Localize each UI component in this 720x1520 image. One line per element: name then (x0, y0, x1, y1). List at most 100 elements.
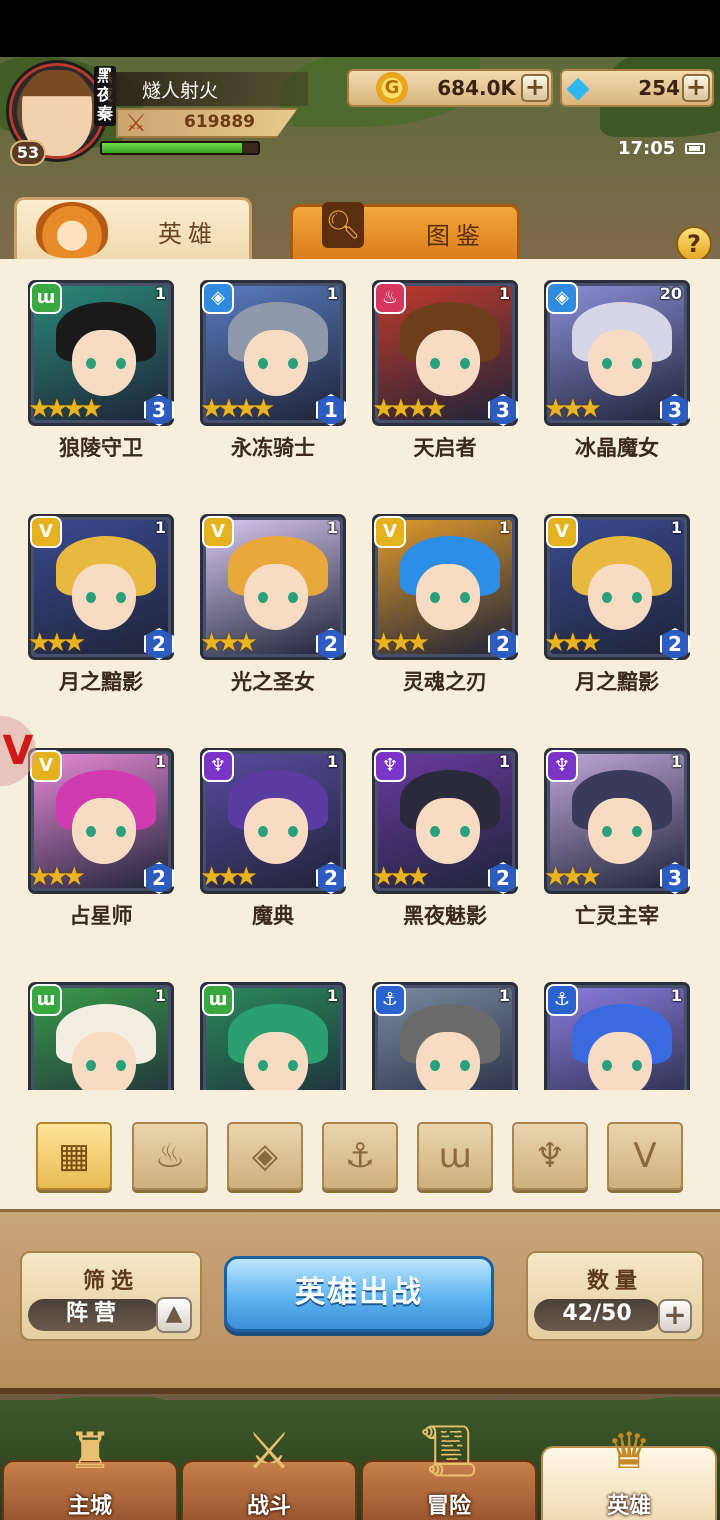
count-title: 数量 (586, 1269, 643, 1294)
add-hero-slot-button[interactable]: + (658, 1299, 692, 1333)
hero-name: 黑夜魅影 (403, 904, 487, 928)
faction-filter-select[interactable]: 阵营 (28, 1299, 160, 1331)
help-button[interactable]: ? (676, 226, 712, 262)
hero-count: 1 (154, 986, 166, 1005)
hero-eyes (86, 592, 126, 603)
faction-filter-ice-icon[interactable]: ◈ (227, 1122, 303, 1190)
faction-filter-dark-icon[interactable]: ♆ (512, 1122, 588, 1190)
faction-beast-icon: ɯ (30, 984, 62, 1016)
hero-name: 狼陵守卫 (59, 436, 143, 460)
hero-card[interactable]: ɯ1★★★ (28, 982, 174, 1090)
faction-beast-icon: ɯ (202, 984, 234, 1016)
faction-filter-beast-icon[interactable]: ɯ (417, 1122, 493, 1190)
star-rating: ★★★ (372, 862, 430, 892)
add-gems-button[interactable]: + (682, 74, 710, 102)
hero-count: 1 (326, 752, 338, 771)
hero-count: 1 (326, 284, 338, 303)
hero-eyes (430, 826, 470, 837)
hero-eyes (430, 592, 470, 603)
hero-card[interactable]: ♆ 1 ★★★ 3 亡灵主宰 (544, 748, 690, 928)
faction-filter-light-icon[interactable]: V (607, 1122, 683, 1190)
hero-eyes (258, 1060, 298, 1071)
filter-box: 筛选 阵营 ▲ (20, 1251, 202, 1341)
hero-count: 1 (670, 518, 682, 537)
hero-card[interactable]: ⚓1★★★ (544, 982, 690, 1090)
hero-eyes (86, 1060, 126, 1071)
gold-amount: 684.0K (437, 76, 516, 100)
deploy-heroes-button[interactable]: 英雄出战 (224, 1256, 494, 1332)
star-rating: ★★★ (28, 862, 86, 892)
nav-label: 英雄 (606, 1494, 651, 1519)
faction-ice-icon: ◈ (202, 282, 234, 314)
hero-count: 1 (326, 518, 338, 537)
hero-name: 亡灵主宰 (575, 904, 659, 928)
hero-card[interactable]: ◈ 1 ★★★★ 1 永冻骑士 (200, 280, 346, 460)
hero-count: 1 (498, 752, 510, 771)
nav-label: 主城 (67, 1494, 112, 1519)
hero-eyes (602, 1060, 642, 1071)
hero-count-box: 数量 42/50 + (526, 1251, 704, 1341)
faction-filter-all-icon[interactable]: ▦ (36, 1122, 112, 1190)
hero-card[interactable]: V 1 ★★★ 2 月之黯影 (28, 514, 174, 694)
hero-card[interactable]: ɯ 1 ★★★★ 3 狼陵守卫 (28, 280, 174, 460)
hero-card[interactable]: V 1 ★★★ 2 占星师 (28, 748, 174, 928)
faction-filter-anchor-icon[interactable]: ⚓ (322, 1122, 398, 1190)
hero-card[interactable]: ◈ 20 ★★★ 3 冰晶魔女 (544, 280, 690, 460)
star-rating: ★★★ (200, 628, 258, 658)
faction-filter-fire-icon[interactable]: ♨ (132, 1122, 208, 1190)
hero-name: 月之黯影 (575, 670, 659, 694)
hero-eyes (430, 358, 470, 369)
clock: 17:05 (618, 138, 676, 159)
hero-name: 冰晶魔女 (575, 436, 659, 460)
hero-name: 魔典 (252, 904, 294, 928)
hero-count: 1 (154, 518, 166, 537)
diamond-icon: ◆ (566, 70, 590, 105)
swords-icon: ⚔ (246, 1422, 292, 1480)
tab-heroes-label: 英雄 (158, 220, 218, 248)
hero-card[interactable]: ♨ 1 ★★★★ 3 天启者 (372, 280, 518, 460)
filter-title: 筛选 (82, 1269, 139, 1294)
hero-crest-icon: ♛ (606, 1422, 652, 1480)
gem-amount: 254 (638, 76, 680, 100)
star-rating: ★★★ (200, 862, 258, 892)
hero-eyes (602, 592, 642, 603)
faction-light-icon: V (30, 516, 62, 548)
hero-name: 光之圣女 (231, 670, 315, 694)
star-rating: ★★★ (544, 862, 602, 892)
chevron-up-icon[interactable]: ▲ (156, 1297, 192, 1333)
star-rating: ★★★★ (200, 394, 275, 424)
hero-card[interactable]: ♆ 1 ★★★ 2 黑夜魅影 (372, 748, 518, 928)
hero-eyes (430, 1060, 470, 1071)
faction-light-icon: V (546, 516, 578, 548)
hero-name: 天启者 (413, 436, 477, 460)
crossed-swords-icon: ⚔ (125, 109, 147, 137)
add-gold-button[interactable]: + (521, 74, 549, 102)
hero-count: 20 (659, 284, 682, 303)
combat-power: 619889 (184, 112, 255, 132)
star-rating: ★★★ (372, 628, 430, 658)
hero-card[interactable]: ⚓1★★★ (372, 982, 518, 1090)
hero-eyes (258, 358, 298, 369)
battery-icon (685, 143, 705, 154)
hero-card[interactable]: ♆ 1 ★★★ 2 魔典 (200, 748, 346, 928)
hero-card[interactable]: ɯ1★★★ (200, 982, 346, 1090)
star-rating: ★★★ (544, 394, 602, 424)
exp-bar (100, 141, 260, 155)
nav-label: 战斗 (246, 1494, 291, 1519)
hero-name: 占星师 (69, 904, 133, 928)
faction-beast-icon: ɯ (30, 282, 62, 314)
hero-count: 1 (498, 518, 510, 537)
faction-dark-icon: ♆ (546, 750, 578, 782)
hero-card[interactable]: V 1 ★★★ 2 月之黯影 (544, 514, 690, 694)
hero-grid[interactable]: ɯ 1 ★★★★ 3 狼陵守卫 ◈ 1 ★★★★ 1 永冻骑士 ♨ 1 ★★★★ 3 天启者 ◈ 20 ★★★ 3 冰… (0, 263, 720, 1090)
faction-fire-icon: ♨ (374, 282, 406, 314)
player-level-badge: 53 (10, 140, 46, 166)
hero-eyes (86, 826, 126, 837)
hero-card[interactable]: V 1 ★★★ 2 灵魂之刃 (372, 514, 518, 694)
player-name: 燧人射火 (142, 80, 219, 102)
hero-eyes (258, 592, 298, 603)
exp-bar-fill (102, 143, 243, 153)
hero-card[interactable]: V 1 ★★★ 2 光之圣女 (200, 514, 346, 694)
hero-eyes (602, 358, 642, 369)
hero-capacity: 42/50 (534, 1299, 660, 1331)
